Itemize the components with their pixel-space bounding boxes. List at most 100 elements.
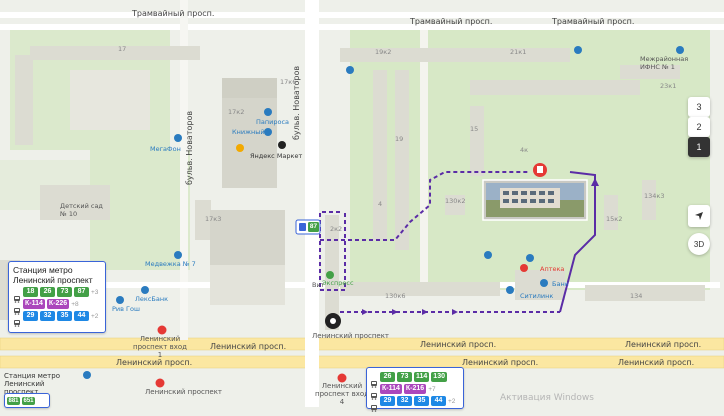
cosmetics-icon[interactable] (116, 296, 124, 304)
yandex-market-icon[interactable] (278, 141, 286, 149)
street-label: Ленинский просп. (618, 358, 695, 367)
metro-station-label[interactable]: Ленинский проспект (312, 332, 389, 340)
route-row: К-114 К-226 +8 (13, 299, 101, 315)
route-chip[interactable]: 32 (397, 396, 412, 406)
more-routes-count[interactable]: +2 (448, 398, 455, 405)
stop-card[interactable]: 881 651 (4, 393, 50, 408)
route-chip[interactable]: К-114 (23, 299, 45, 309)
building-number: 17к3 (205, 215, 222, 223)
3d-button[interactable]: 3D (688, 233, 710, 255)
bus-icon (370, 385, 378, 400)
shop-icon[interactable] (506, 286, 514, 294)
medical-icon[interactable] (174, 251, 182, 259)
more-routes-count[interactable]: +3 (91, 289, 98, 296)
road-leninsky-south (0, 355, 724, 369)
windows-watermark: Активация Windows (500, 393, 594, 403)
route-chip[interactable]: 44 (74, 311, 89, 321)
shop-icon[interactable] (326, 271, 334, 279)
shop-icon[interactable] (264, 108, 272, 116)
more-routes-count[interactable]: +8 (71, 301, 78, 308)
zoom-level-3[interactable]: 3 (688, 97, 710, 117)
building (15, 55, 33, 145)
poi-label[interactable]: Рив Гош (112, 305, 140, 313)
route-chip[interactable]: 18 (23, 287, 38, 297)
route-row: 18 26 73 87 +3 (13, 287, 101, 303)
route-chip[interactable]: 44 (431, 396, 446, 406)
route-chip[interactable]: 73 (57, 287, 72, 297)
bus-stop-icon[interactable] (83, 371, 91, 379)
route-chip[interactable]: 29 (380, 396, 395, 406)
poi-label[interactable]: Банк (552, 280, 569, 288)
bus-icon (13, 288, 21, 303)
pin-icon[interactable] (236, 144, 244, 152)
shop-icon[interactable] (526, 254, 534, 262)
poi-label[interactable]: Яндекс Маркет (250, 152, 302, 160)
poi-label[interactable]: Экспресс (322, 279, 354, 287)
metro-exit-label[interactable]: Ленинский проспект вход 1 (130, 335, 190, 359)
poi-label[interactable]: Ситилинк (520, 292, 553, 300)
route-chip[interactable]: К-216 (403, 384, 427, 394)
bus-stop-icon[interactable] (484, 251, 492, 259)
poi-label[interactable]: Медвежка № 7 (145, 260, 196, 268)
metro-icon[interactable] (155, 378, 165, 388)
route-chip[interactable]: 87 (74, 287, 89, 297)
building-number: 4к (520, 146, 529, 154)
megafon-icon[interactable] (174, 134, 182, 142)
route-row: 29 32 35 44 +2 (13, 311, 101, 327)
zoom-level-2[interactable]: 2 (688, 117, 710, 137)
poi-label[interactable]: ЛексБанк (135, 295, 168, 303)
route-row: 26 73 114 130 (370, 372, 460, 388)
map-canvas[interactable] (0, 0, 724, 407)
building (585, 285, 705, 301)
poi-label[interactable]: Книжный (232, 128, 265, 136)
route-row: 29 32 35 44 +2 (370, 396, 460, 412)
bus-stop-icon[interactable] (346, 66, 354, 74)
poi-label[interactable]: Аптека (540, 265, 564, 273)
route-chip[interactable]: 114 (414, 372, 430, 382)
metro-exit-label[interactable]: Ленинский проспект вход 4 (312, 382, 372, 406)
zoom-level-1[interactable]: 1 (688, 137, 710, 157)
route-chip[interactable]: 130 (431, 372, 447, 382)
route-chip[interactable]: 26 (40, 287, 55, 297)
more-routes-count[interactable]: +2 (91, 313, 98, 320)
tram-icon (370, 397, 378, 412)
poi-label[interactable]: Межрайонная ИФНС № 1 (640, 55, 710, 71)
pharmacy-icon[interactable] (520, 264, 528, 272)
building-number: 17к6 (280, 78, 297, 86)
building-number: 15 (470, 125, 479, 133)
book-icon[interactable] (264, 128, 272, 136)
stop-card-routes: 18 26 73 87 +3 К-114 К-226 +8 29 32 35 44 +2 (13, 287, 101, 327)
poi-label[interactable]: МегаФон (150, 145, 181, 153)
bus-icon (370, 373, 378, 388)
road-inner-2 (420, 30, 428, 290)
route-chip[interactable]: 29 (23, 311, 38, 321)
bank-icon[interactable] (141, 286, 149, 294)
poi-label[interactable]: Детский сад № 10 (60, 202, 108, 218)
route-chip[interactable]: 32 (40, 311, 55, 321)
location-arrow-button[interactable] (688, 205, 710, 227)
poi-label[interactable]: Вит (312, 281, 324, 289)
route-chip[interactable]: 73 (397, 372, 412, 382)
building-number: 15к2 (606, 215, 623, 223)
more-routes-count[interactable]: +7 (428, 386, 435, 393)
metro-icon[interactable] (157, 325, 167, 335)
bank-icon[interactable] (540, 279, 548, 287)
route-chip[interactable]: 651 (22, 396, 35, 405)
stop-card[interactable]: Станция метро Ленинский проспект 18 26 73 8… (8, 261, 106, 333)
route-chip[interactable]: 35 (414, 396, 429, 406)
route-chip[interactable]: К-226 (46, 299, 70, 309)
building-number: 19к2 (375, 48, 392, 56)
street-label: Ленинский просп. (625, 340, 702, 349)
tax-office-icon[interactable] (676, 46, 684, 54)
route-chip[interactable]: 35 (57, 311, 72, 321)
street-label: Трамвайный просп. (410, 17, 493, 26)
route-chip[interactable]: 26 (380, 372, 395, 382)
route-chip[interactable]: 87 (308, 222, 319, 232)
route-chip[interactable]: К-114 (380, 384, 402, 394)
poi-label[interactable]: Папироса (256, 118, 289, 126)
metro-station-label[interactable]: Ленинский проспект (145, 388, 222, 396)
building-number: 23к1 (660, 82, 677, 90)
bus-stop-icon[interactable] (574, 46, 582, 54)
stop-card[interactable]: 26 73 114 130 К-114 К-216 +7 29 32 35 44 +2 (366, 367, 464, 412)
route-chip[interactable]: 881 (7, 396, 20, 405)
